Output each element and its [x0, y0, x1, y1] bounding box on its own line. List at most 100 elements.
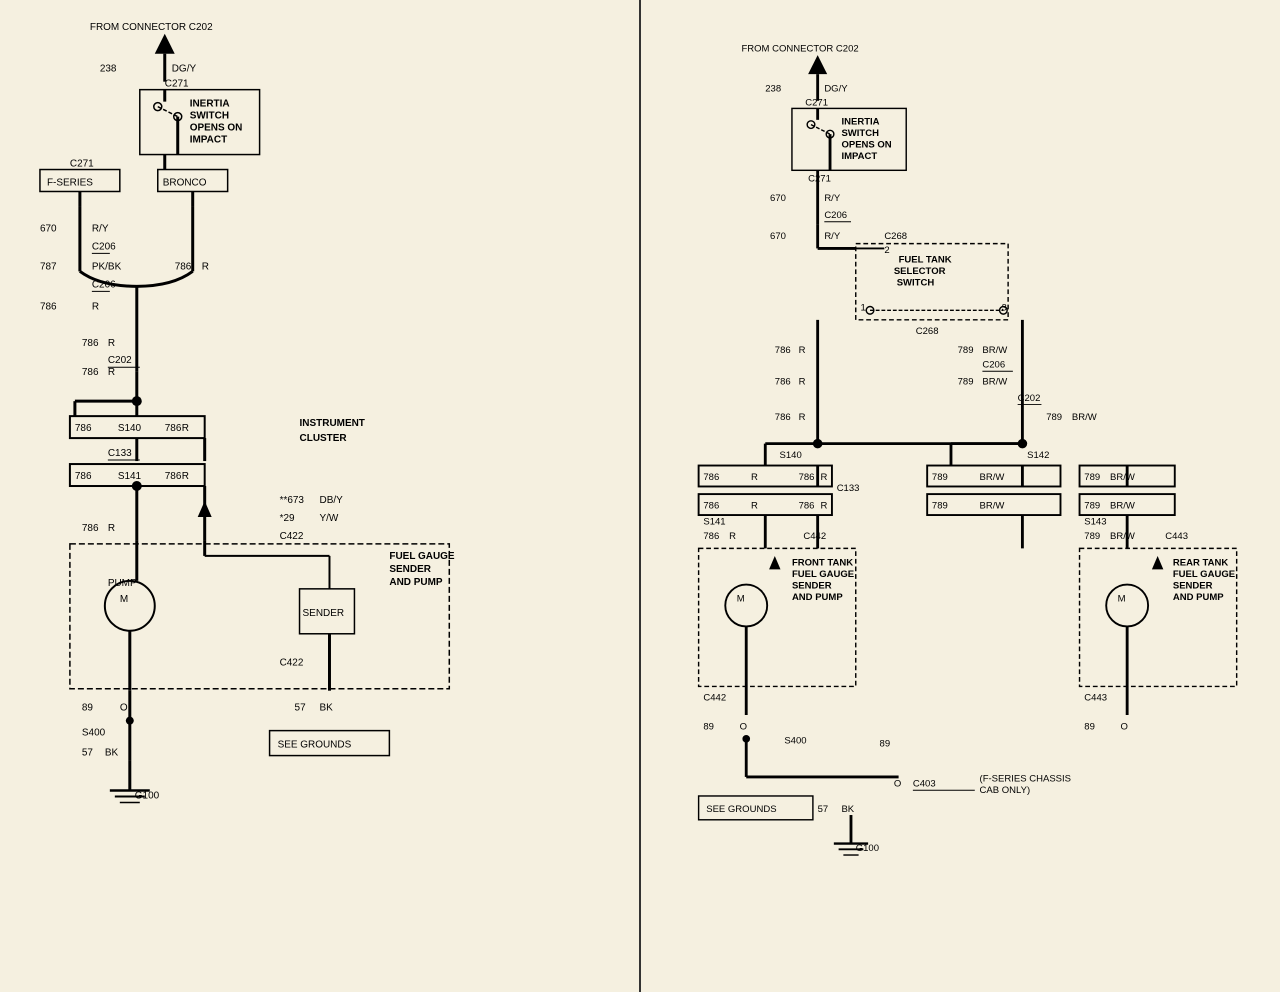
right-89c-color: O: [1120, 721, 1127, 732]
right-c268a: C268: [884, 231, 907, 242]
left-fgsp-label1: FUEL GAUGE: [389, 551, 455, 562]
right-see-grounds: SEE GROUNDS: [706, 804, 776, 815]
left-786h-num: 786: [82, 523, 99, 534]
right-786a-num: 786: [775, 345, 791, 356]
left-670: 670: [40, 223, 57, 234]
right-diagram: FROM CONNECTOR C202 N 238 DG/Y C271 INER…: [641, 0, 1280, 992]
left-see-grounds: SEE GROUNDS: [278, 740, 352, 751]
right-front-motor: M: [737, 594, 745, 605]
left-786b-color: R: [108, 338, 115, 349]
inst-cluster-label: INSTRUMENT: [300, 418, 365, 429]
left-57-num: 57: [295, 703, 307, 714]
right-s142-brwr: BR/W: [1110, 472, 1135, 483]
svg-text:FUEL GAUGE: FUEL GAUGE: [1173, 569, 1235, 580]
left-c271-above: C271: [165, 79, 189, 90]
left-c422a: C422: [280, 531, 304, 542]
left-wire-dgy: DG/Y: [172, 64, 197, 75]
left-786g-num: 786: [165, 471, 182, 482]
right-670b-num: 670: [770, 231, 786, 242]
right-c442a: C442: [803, 531, 826, 542]
svg-text:AND PUMP: AND PUMP: [1173, 592, 1224, 603]
right-789a-color: BR/W: [982, 345, 1007, 356]
left-787: 787: [40, 261, 57, 272]
right-89c-num: 89: [1084, 721, 1095, 732]
right-57-num: 57: [818, 804, 829, 815]
svg-text:CLUSTER: CLUSTER: [300, 433, 347, 444]
left-786d-num: 786: [75, 423, 92, 434]
right-g100: G100: [856, 843, 879, 854]
right-s142-789l: 789: [932, 472, 948, 483]
bronco-label: BRONCO: [163, 178, 207, 189]
right-c206b: C206: [982, 359, 1005, 370]
left-c271: C271: [70, 159, 94, 170]
right-s142-brw: BR/W: [980, 472, 1005, 483]
left-title: FROM CONNECTOR C202: [90, 22, 213, 33]
left-786c-color: R: [108, 367, 115, 378]
left-786e-color: R: [182, 423, 189, 434]
right-s141-786r: 786: [799, 500, 815, 511]
svg-text:AND PUMP: AND PUMP: [792, 592, 843, 603]
left-786a-color: R: [92, 301, 99, 312]
svg-text:SENDER: SENDER: [792, 580, 832, 591]
diagram-container: FROM CONNECTOR C202 N 238 DG/Y C271 INER…: [0, 0, 1280, 992]
left-pump-label: PUMP: [108, 578, 137, 589]
svg-text:IMPACT: IMPACT: [841, 151, 877, 162]
right-s142: S142: [1027, 450, 1049, 461]
right-o-label: O: [894, 778, 901, 789]
right-89a-num: 89: [703, 721, 714, 732]
right-c442b: C442: [703, 693, 726, 704]
right-c271b: C271: [808, 174, 831, 185]
right-789a-num: 789: [958, 345, 974, 356]
right-786b-color: R: [799, 377, 806, 388]
svg-text:N: N: [161, 42, 168, 53]
left-786-right-num: 786: [175, 261, 192, 272]
right-ftss-label: FUEL TANK: [899, 255, 952, 266]
right-670a-num: 670: [770, 193, 786, 204]
left-29-color: Y/W: [320, 513, 339, 524]
left-57b-num: 57: [82, 748, 94, 759]
left-786b-num: 786: [82, 338, 99, 349]
right-789b-color: BR/W: [982, 377, 1007, 388]
left-786g-color: R: [182, 471, 189, 482]
left-motor-m: M: [120, 594, 128, 605]
pos2: 2: [884, 245, 889, 256]
left-wire-238: 238: [100, 64, 117, 75]
left-ry: R/Y: [92, 223, 109, 234]
right-s141-r: R: [751, 500, 758, 511]
left-c422b: C422: [280, 658, 304, 669]
left-diagram: FROM CONNECTOR C202 N 238 DG/Y C271 INER…: [0, 0, 641, 992]
left-g100: G100: [135, 791, 160, 802]
left-s140: S140: [118, 423, 142, 434]
right-s140: S140: [780, 450, 802, 461]
svg-text:SWITCH: SWITCH: [897, 278, 935, 289]
left-c133: C133: [108, 448, 132, 459]
right-s400: S400: [784, 736, 806, 747]
right-789b-num: 789: [958, 377, 974, 388]
left-89-color: O: [120, 703, 128, 714]
right-89a-color: O: [740, 721, 747, 732]
left-c206a: C206: [92, 241, 116, 252]
right-wire-238: 238: [765, 83, 781, 94]
left-786a-num: 786: [40, 301, 57, 312]
svg-text:AND PUMP: AND PUMP: [389, 577, 443, 588]
svg-text:N: N: [814, 62, 821, 73]
left-786-right-color: R: [202, 261, 209, 272]
right-670a-color: R/Y: [824, 193, 841, 204]
rear-tank-label1: REAR TANK: [1173, 558, 1228, 569]
left-c202: C202: [108, 355, 132, 366]
svg-text:SELECTOR: SELECTOR: [894, 266, 946, 277]
right-s143-brw: BR/W: [980, 500, 1005, 511]
svg-text:OPENS ON: OPENS ON: [841, 139, 891, 150]
right-c206: C206: [824, 210, 847, 221]
left-89-num: 89: [82, 703, 94, 714]
right-s141-rr: R: [821, 500, 828, 511]
right-wire-dgy: DG/Y: [824, 83, 848, 94]
right-c443b: C443: [1084, 693, 1107, 704]
front-tank-label1: FRONT TANK: [792, 558, 853, 569]
right-rear-motor: M: [1118, 594, 1126, 605]
right-789c-num: 789: [1046, 412, 1062, 423]
left-57b-color: BK: [105, 748, 119, 759]
right-789d-brw: BR/W: [1110, 531, 1135, 542]
right-s142-789r: 789: [1084, 472, 1100, 483]
left-673-color: DB/Y: [320, 495, 344, 506]
